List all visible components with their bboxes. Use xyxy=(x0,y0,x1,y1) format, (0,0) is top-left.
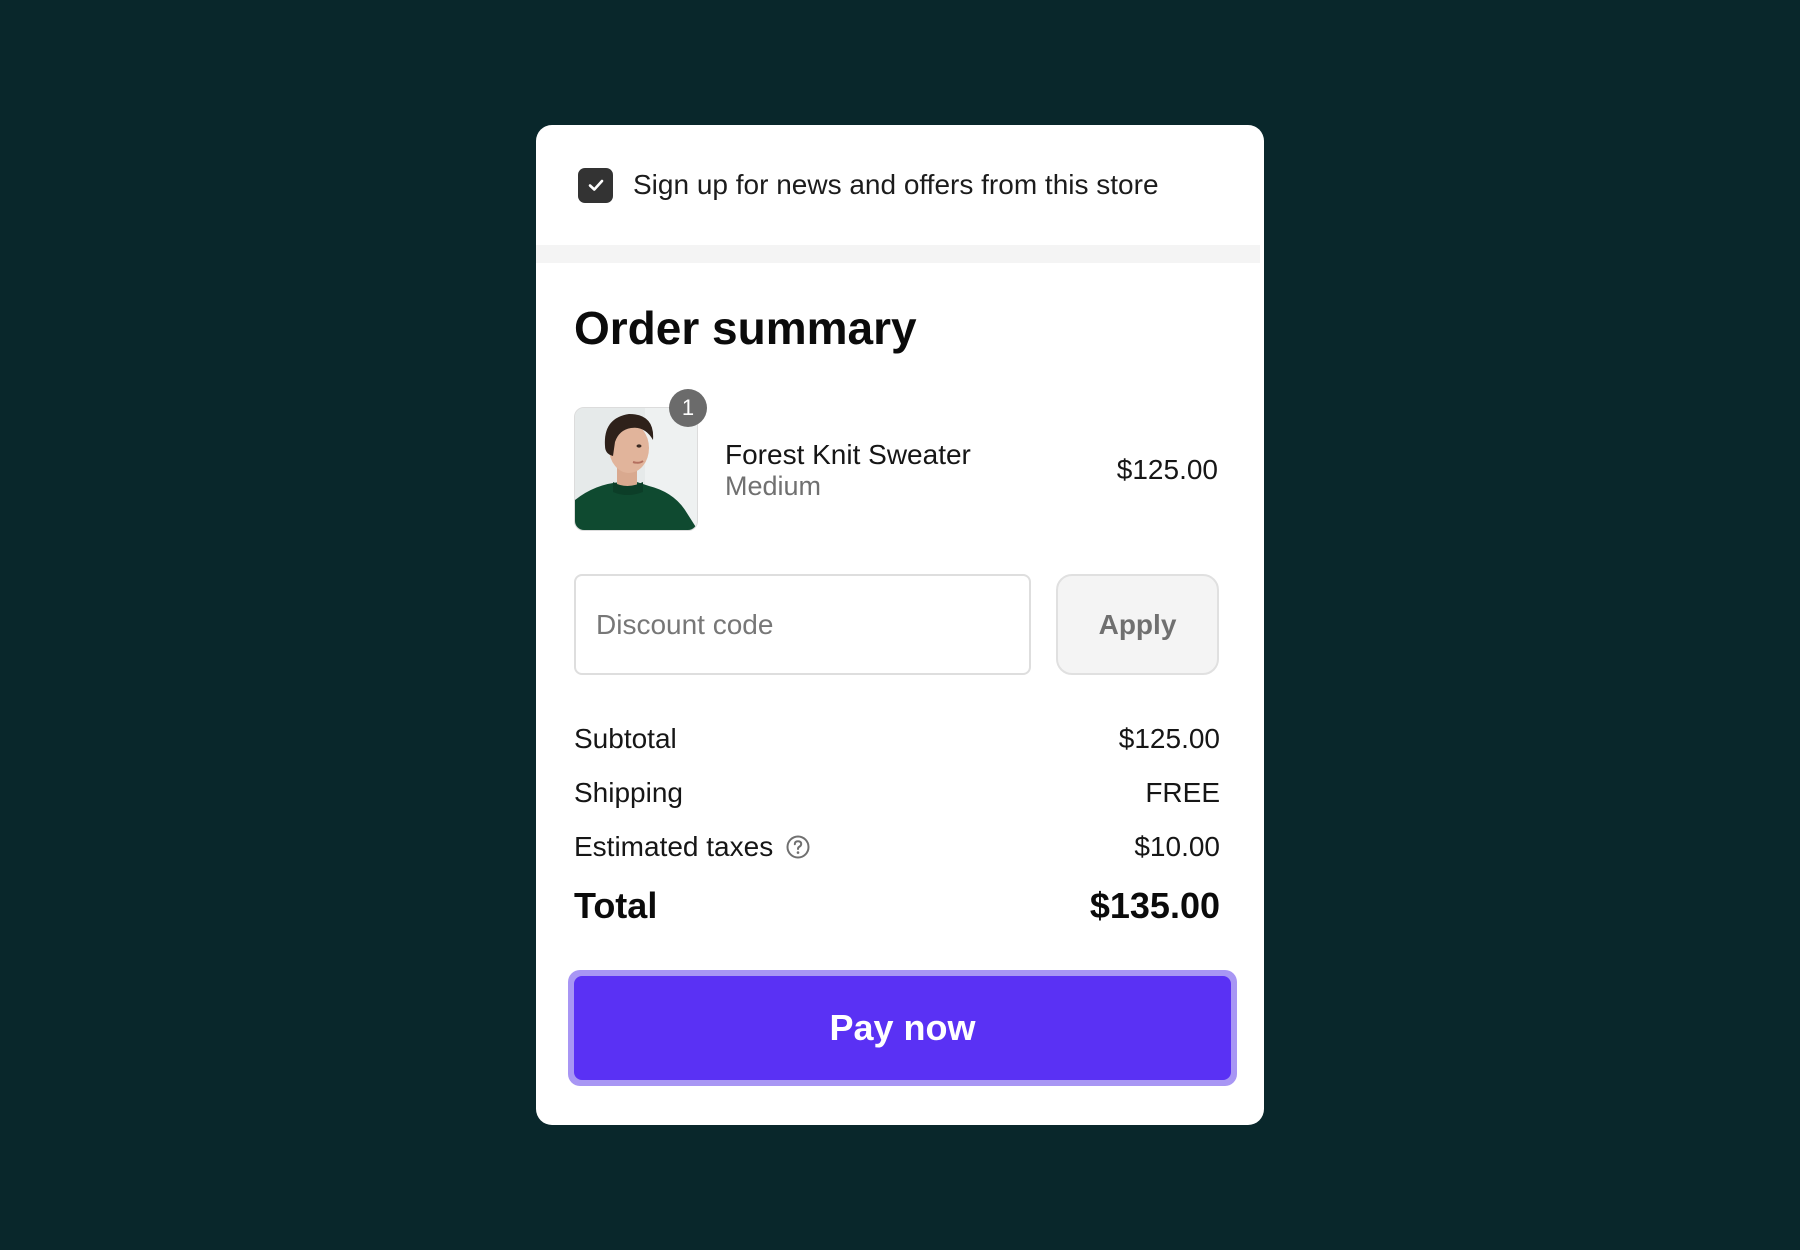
discount-code-input[interactable] xyxy=(574,574,1031,675)
product-price: $125.00 xyxy=(1116,454,1218,485)
total-row: Total $135.00 xyxy=(574,885,1220,927)
checkmark-icon xyxy=(588,179,603,191)
apply-discount-button[interactable]: Apply xyxy=(1056,574,1219,675)
shipping-label: Shipping xyxy=(574,777,683,808)
product-image xyxy=(574,407,698,531)
total-value: $135.00 xyxy=(1089,885,1220,926)
shipping-value: FREE xyxy=(1145,777,1220,808)
newsletter-row[interactable]: Sign up for news and offers from this st… xyxy=(578,167,1159,203)
newsletter-checkbox[interactable] xyxy=(578,167,613,203)
pay-button-focus-ring: Pay now xyxy=(568,970,1237,1086)
page-title: Order summary xyxy=(574,302,917,354)
total-label: Total xyxy=(574,885,658,926)
order-summary-card: Sign up for news and offers from this st… xyxy=(536,125,1264,1125)
taxes-label: Estimated taxes xyxy=(574,831,774,862)
taxes-value: $10.00 xyxy=(1134,831,1220,862)
quantity-badge: 1 xyxy=(669,389,707,427)
product-name: Forest Knit Sweater xyxy=(725,439,971,470)
newsletter-label[interactable]: Sign up for news and offers from this st… xyxy=(633,169,1159,201)
taxes-row: Estimated taxes $10.00 xyxy=(574,831,1220,863)
pay-now-button[interactable]: Pay now xyxy=(574,976,1231,1080)
section-divider xyxy=(536,245,1260,263)
question-circle-icon[interactable] xyxy=(785,834,811,860)
product-variant: Medium xyxy=(725,471,822,501)
taxes-label-group: Estimated taxes xyxy=(574,831,811,863)
subtotal-row: Subtotal $125.00 xyxy=(574,723,1220,755)
subtotal-value: $125.00 xyxy=(1118,723,1220,754)
shipping-row: Shipping FREE xyxy=(574,777,1220,809)
subtotal-label: Subtotal xyxy=(574,723,677,754)
